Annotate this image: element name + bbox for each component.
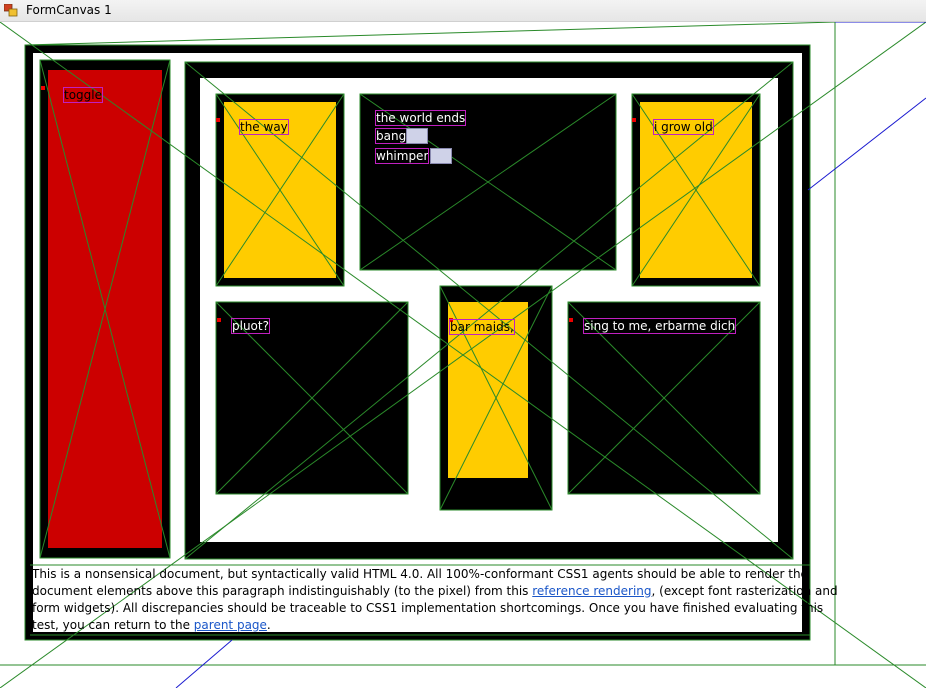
red-marker	[41, 86, 45, 90]
toggle-label: toggle	[63, 87, 103, 103]
grow-old-label: i grow old	[653, 119, 714, 135]
paragraph-text: , (except font rasterization and	[651, 584, 838, 598]
red-marker	[569, 318, 573, 322]
paragraph-text: .	[266, 618, 271, 632]
world-ends-label: the world ends	[374, 110, 467, 126]
paragraph-line: form widgets). All discrepancies should …	[32, 601, 824, 615]
sing-label: sing to me, erbarme dich	[582, 318, 737, 334]
bar-maids-label: bar maids,	[449, 319, 515, 335]
whimper-label: whimper	[374, 148, 430, 164]
window-title-bar	[0, 0, 926, 22]
paragraph-line: This is a nonsensical document, but synt…	[32, 567, 808, 581]
reference-rendering-link[interactable]: reference rendering	[532, 584, 651, 598]
window-title: FormCanvas 1	[26, 3, 112, 17]
paragraph-text: test, you can return to the	[32, 618, 194, 632]
bang-input[interactable]	[406, 128, 428, 144]
whimper-input[interactable]	[430, 148, 452, 164]
pluot-label: pluot?	[231, 318, 270, 334]
parent-page-link[interactable]: parent page	[194, 618, 267, 632]
paragraph-text: document elements above this paragraph i…	[32, 584, 533, 598]
red-marker	[216, 118, 220, 122]
red-marker	[217, 318, 221, 322]
the-way-label: the way	[239, 119, 289, 135]
paragraph-line: test, you can return to the parent page.	[32, 617, 802, 634]
description-paragraph: This is a nonsensical document, but synt…	[32, 566, 838, 634]
app-icon	[4, 4, 18, 17]
red-marker	[632, 118, 636, 122]
paragraph-line: document elements above this paragraph i…	[32, 583, 838, 600]
bang-label: bang	[374, 128, 408, 144]
